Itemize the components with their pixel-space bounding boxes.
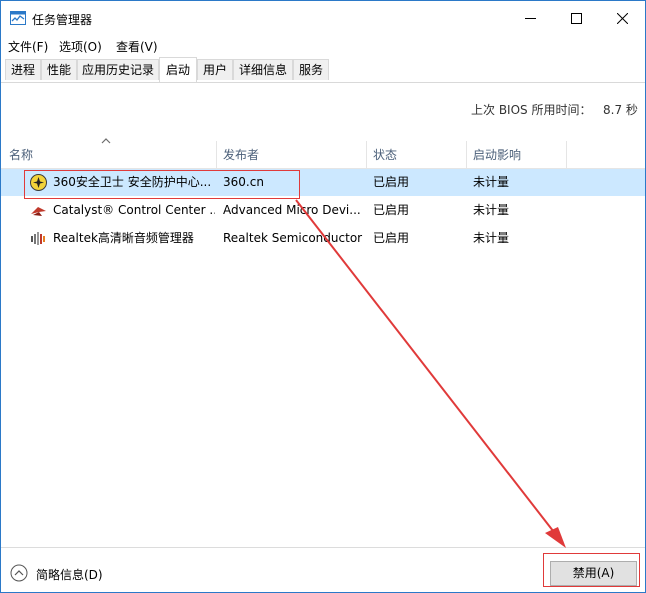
window-title: 任务管理器: [32, 13, 93, 27]
table-row[interactable]: Realtek高清晰音频管理器 Realtek Semiconductor 已启…: [1, 225, 645, 252]
menu-options[interactable]: 选项(O): [59, 38, 102, 55]
minimize-icon: [524, 17, 536, 19]
row-impact: 未计量: [473, 203, 510, 217]
360-safeguard-icon: [30, 174, 47, 191]
maximize-button[interactable]: [553, 1, 599, 35]
row-publisher: Realtek Semiconductor: [223, 231, 363, 245]
task-manager-window: 任务管理器 文件(F) 选项(O) 查看(V) 进程 性能 应用历史记录 启动: [0, 0, 646, 593]
bios-time-label: 上次 BIOS 所用时间：: [471, 103, 592, 117]
tab-processes[interactable]: 进程: [5, 59, 41, 80]
close-button[interactable]: [599, 1, 645, 35]
row-impact: 未计量: [473, 175, 510, 189]
minimize-button[interactable]: [507, 1, 553, 35]
menu-view[interactable]: 查看(V): [116, 38, 158, 55]
bios-time: 上次 BIOS 所用时间： 8.7 秒: [471, 101, 638, 118]
maximize-icon: [570, 12, 582, 24]
tab-app-history[interactable]: 应用历史记录: [77, 59, 159, 80]
table-row[interactable]: Catalyst® Control Center ... Advanced Mi…: [1, 197, 645, 224]
tab-bar: 进程 性能 应用历史记录 启动 用户 详细信息 服务: [1, 57, 645, 83]
chevron-up-circle-icon[interactable]: [10, 564, 28, 582]
column-header-row: 名称 发布者 状态 启动影响: [1, 141, 645, 169]
tab-details[interactable]: 详细信息: [233, 59, 293, 80]
tab-services[interactable]: 服务: [293, 59, 329, 80]
row-name: 360安全卫士 安全防护中心...: [53, 175, 212, 189]
tab-users[interactable]: 用户: [197, 59, 233, 80]
row-name: Catalyst® Control Center ...: [53, 203, 215, 217]
column-header-impact[interactable]: 启动影响: [467, 141, 567, 168]
row-impact: 未计量: [473, 231, 510, 245]
title-bar[interactable]: 任务管理器: [1, 1, 645, 35]
row-name: Realtek高清晰音频管理器: [53, 231, 194, 245]
menu-file[interactable]: 文件(F): [8, 38, 48, 55]
tab-performance[interactable]: 性能: [41, 59, 77, 80]
column-header-status[interactable]: 状态: [367, 141, 467, 168]
disable-button[interactable]: 禁用(A): [550, 561, 637, 586]
column-header-publisher[interactable]: 发布者: [217, 141, 367, 168]
column-header-name[interactable]: 名称: [3, 141, 217, 168]
amd-catalyst-icon: [31, 207, 46, 216]
realtek-audio-icon: [31, 232, 45, 245]
close-icon: [616, 12, 628, 24]
row-publisher: Advanced Micro Devi...: [223, 203, 361, 217]
menu-bar: 文件(F) 选项(O) 查看(V): [1, 35, 645, 55]
bios-time-value: 8.7 秒: [603, 103, 638, 117]
task-manager-icon: [10, 11, 26, 25]
fewer-details-link[interactable]: 简略信息(D): [36, 566, 103, 583]
row-publisher: 360.cn: [223, 175, 264, 189]
footer-bar: 简略信息(D) 禁用(A): [1, 547, 645, 592]
tab-startup[interactable]: 启动: [159, 57, 197, 82]
row-status: 已启用: [373, 203, 410, 217]
row-status: 已启用: [373, 231, 410, 245]
table-row[interactable]: 360安全卫士 安全防护中心... 360.cn 已启用 未计量: [1, 169, 645, 196]
row-status: 已启用: [373, 175, 410, 189]
